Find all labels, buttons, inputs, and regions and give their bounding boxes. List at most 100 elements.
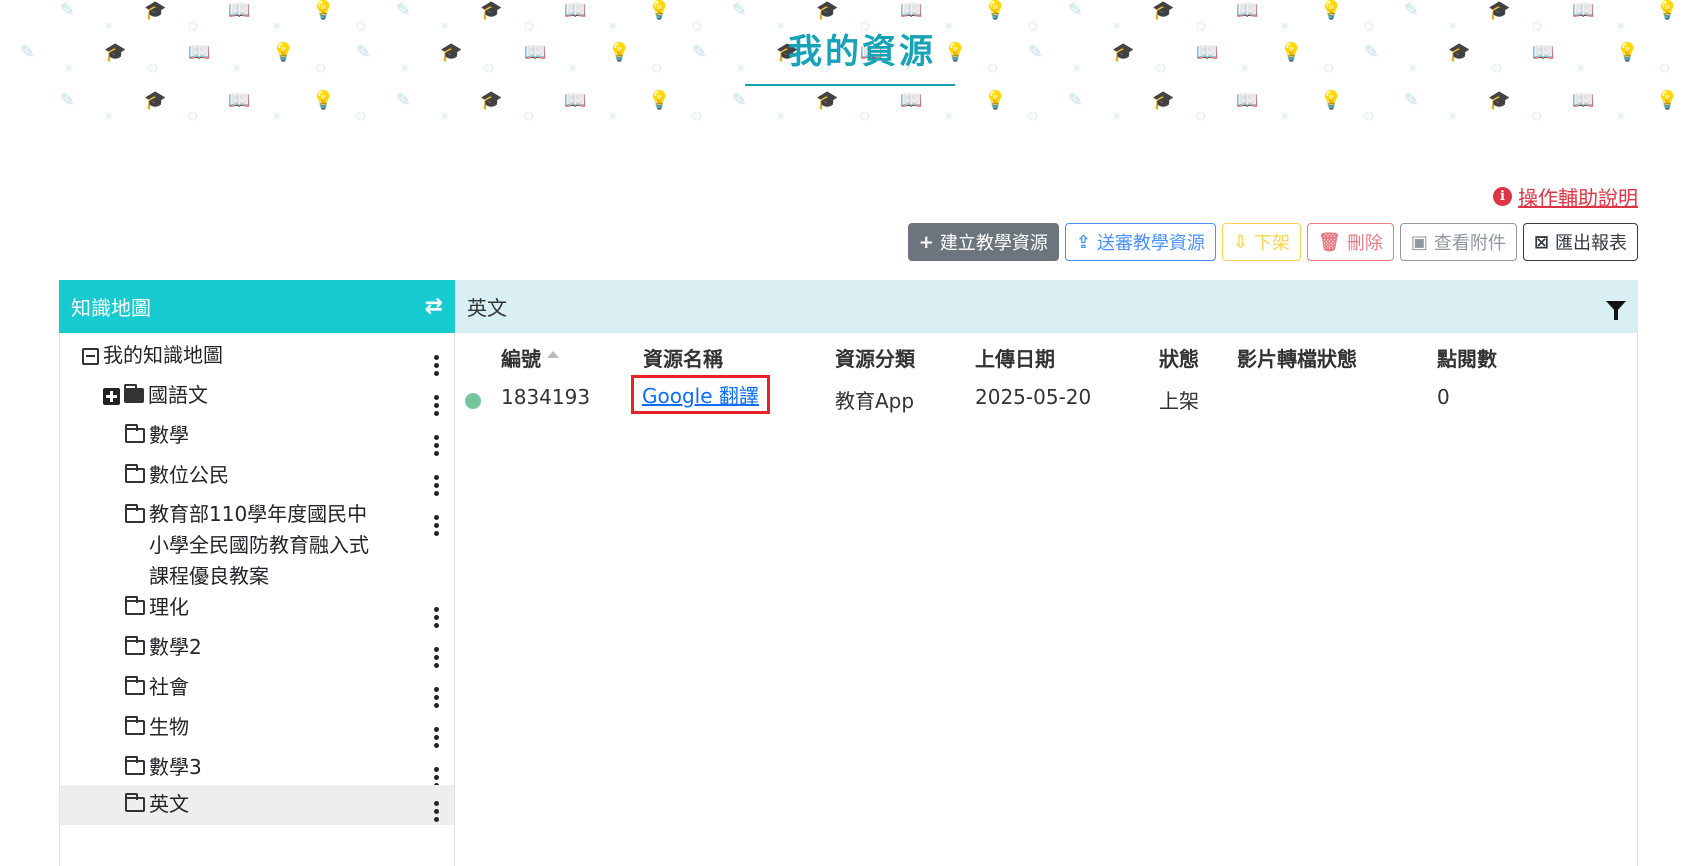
folder-icon: [124, 384, 144, 403]
banner-pattern-icon: ✎: [60, 90, 76, 111]
banner-pattern-icon: ○: [692, 19, 702, 32]
plus-icon: +: [918, 231, 934, 253]
tree-root[interactable]: 我的知識地圖: [60, 339, 454, 376]
tree-item-english[interactable]: 英文: [60, 785, 454, 825]
tree-item-math2[interactable]: 數學2: [60, 631, 454, 668]
banner-pattern-icon: ○: [1028, 109, 1038, 122]
help-link-label[interactable]: 操作輔助說明: [1518, 182, 1638, 211]
knowledge-tree: 我的知識地圖 國語文 數學 數位公民 教育部110學年度國民中 小學全民國防教育…: [59, 333, 455, 866]
banner-pattern-icon: 🎓: [816, 0, 839, 21]
swap-arrows-icon[interactable]: ⇄: [425, 294, 443, 319]
banner-pattern-icon: ×: [1448, 19, 1458, 32]
banner-pattern-icon: ×: [608, 19, 618, 32]
more-options-icon[interactable]: [434, 647, 440, 668]
banner-pattern-icon: 💡: [1656, 90, 1679, 111]
column-header-category[interactable]: 資源分類: [835, 343, 915, 372]
banner-pattern-icon: 📖: [1572, 0, 1595, 21]
more-options-icon[interactable]: [434, 515, 440, 536]
tree-item-social[interactable]: 社會: [60, 671, 454, 708]
unpublish-button[interactable]: ⇩ 下架: [1221, 223, 1302, 261]
column-header-id[interactable]: 編號: [501, 343, 559, 372]
title-underline: [745, 84, 955, 86]
tree-item-biology[interactable]: 生物: [60, 711, 454, 748]
delete-button[interactable]: 🗑 刪除: [1307, 223, 1394, 261]
images-icon: ▣: [1410, 231, 1428, 253]
banner-pattern-icon: ✎: [1028, 42, 1044, 63]
banner-pattern-icon: ×: [440, 19, 450, 32]
tree-item-math[interactable]: 數學: [60, 419, 454, 456]
collapse-icon[interactable]: [82, 348, 99, 365]
banner-pattern-icon: 💡: [312, 0, 335, 21]
create-resource-button[interactable]: + 建立教學資源: [907, 223, 1059, 261]
banner-pattern-icon: 📖: [900, 90, 923, 111]
banner-pattern-icon: ○: [1028, 19, 1038, 32]
banner-pattern-icon: 🎓: [1488, 90, 1511, 111]
more-options-icon[interactable]: [434, 607, 440, 628]
column-header-views[interactable]: 點閱數: [1437, 343, 1497, 372]
banner-pattern-icon: ×: [272, 19, 282, 32]
tree-item-physics-chemistry[interactable]: 理化: [60, 591, 454, 628]
more-options-icon[interactable]: [434, 435, 440, 456]
banner-pattern-icon: 🎓: [1448, 42, 1471, 63]
column-header-video-status[interactable]: 影片轉檔狀態: [1237, 343, 1357, 372]
folder-icon: [125, 756, 145, 775]
filter-icon[interactable]: [1606, 301, 1626, 320]
cell-category: 教育App: [835, 389, 915, 413]
tree-item-label: 數學2: [149, 635, 202, 659]
banner-pattern-icon: 📖: [564, 0, 587, 21]
banner-pattern-icon: 🎓: [144, 0, 167, 21]
expand-icon[interactable]: [103, 388, 120, 405]
trash-icon: 🗑: [1318, 231, 1341, 253]
unpublish-label: 下架: [1254, 233, 1291, 254]
banner-pattern-icon: ○: [1364, 109, 1374, 122]
banner-pattern-icon: 📖: [1532, 42, 1555, 63]
more-options-icon[interactable]: [434, 687, 440, 708]
banner-pattern-icon: ○: [484, 61, 494, 74]
tree-item-label: 數學3: [149, 755, 202, 779]
banner-pattern-icon: ×: [232, 61, 242, 74]
tree-item-math3[interactable]: 數學3: [60, 751, 454, 788]
banner-pattern-icon: 🎓: [1152, 0, 1175, 21]
banner-pattern-icon: ○: [1660, 61, 1670, 74]
tree-item-chinese[interactable]: 國語文: [60, 379, 454, 416]
view-attachments-button[interactable]: ▣ 查看附件: [1399, 223, 1517, 261]
column-header-status[interactable]: 狀態: [1159, 343, 1199, 372]
column-header-label: 編號: [501, 347, 541, 371]
banner-pattern-icon: 📖: [1236, 90, 1259, 111]
more-options-icon[interactable]: [434, 801, 440, 822]
tree-item-label: 數學: [149, 423, 189, 447]
banner-pattern-icon: ✎: [60, 0, 76, 21]
more-options-icon[interactable]: [434, 727, 440, 748]
banner-pattern-icon: ×: [1280, 109, 1290, 122]
create-resource-label: 建立教學資源: [939, 233, 1048, 254]
banner-pattern-icon: 📖: [188, 42, 211, 63]
banner-pattern-icon: 💡: [1320, 90, 1343, 111]
column-header-name[interactable]: 資源名稱: [643, 343, 723, 372]
more-options-icon[interactable]: [434, 395, 440, 416]
banner-pattern-icon: ○: [188, 19, 198, 32]
banner-pattern-icon: ✎: [1404, 0, 1420, 21]
banner-pattern-icon: ○: [1532, 19, 1542, 32]
banner-pattern-icon: 💡: [1656, 0, 1679, 21]
banner-pattern-icon: ×: [104, 19, 114, 32]
tree-item-defense-education[interactable]: 教育部110學年度國民中 小學全民國防教育融入式 課程優良教案: [60, 499, 454, 592]
info-circle-icon: i: [1493, 187, 1512, 206]
resource-name-link[interactable]: Google 翻譯: [642, 384, 759, 408]
column-header-date[interactable]: 上傳日期: [975, 343, 1055, 372]
tree-item-digital-citizen[interactable]: 數位公民: [60, 459, 454, 496]
cell-status: 上架: [1159, 389, 1199, 413]
banner-pattern-icon: ✎: [20, 42, 36, 63]
help-link[interactable]: i 操作輔助說明: [1493, 182, 1638, 211]
excel-file-icon: ⊠: [1533, 231, 1549, 253]
more-options-icon[interactable]: [434, 475, 440, 496]
banner-pattern-icon: 🎓: [104, 42, 127, 63]
cell-views: 0: [1437, 385, 1450, 409]
banner-pattern-icon: ✎: [396, 0, 412, 21]
export-report-button[interactable]: ⊠ 匯出報表: [1522, 223, 1638, 261]
tree-item-label-line: 小學全民國防教育融入式: [149, 533, 369, 557]
submit-resource-button[interactable]: ⇪ 送審教學資源: [1064, 223, 1216, 261]
banner-pattern-icon: ×: [1240, 61, 1250, 74]
more-options-icon[interactable]: [434, 355, 440, 376]
resource-table: 編號 資源名稱 資源分類 上傳日期 狀態 影片轉檔狀態 點閱數 1834193 …: [455, 333, 1638, 866]
banner-pattern-icon: 🎓: [1112, 42, 1135, 63]
